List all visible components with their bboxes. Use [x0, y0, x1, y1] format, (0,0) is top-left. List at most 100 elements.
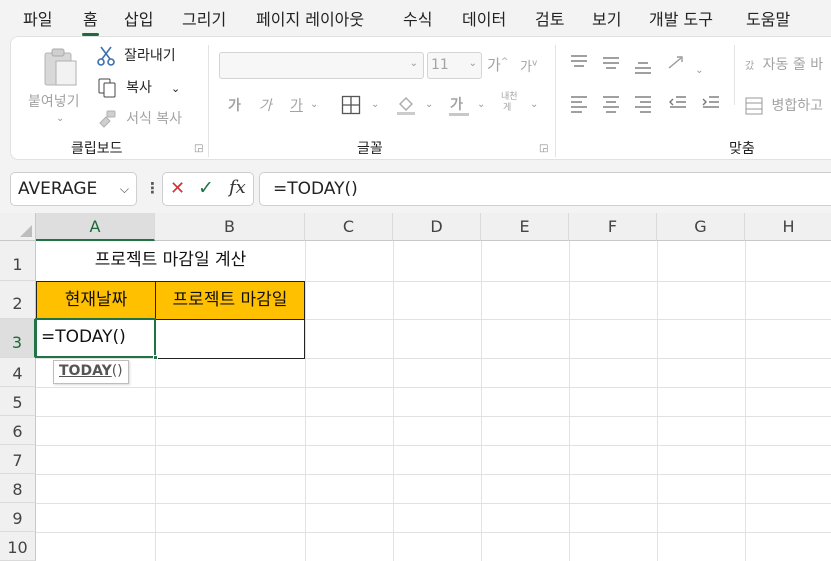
header-current-date: 현재날짜: [64, 290, 128, 310]
insert-function-icon[interactable]: fx: [229, 177, 246, 198]
header-project-deadline: 프로젝트 마감일: [172, 290, 288, 310]
alignment-group-label: 맞춤: [729, 141, 755, 157]
format-painter-button[interactable]: 서식 복사: [97, 108, 182, 130]
tab-review[interactable]: 검토: [535, 6, 564, 30]
row-header-7[interactable]: 7: [0, 445, 36, 474]
align-middle-icon: [603, 57, 619, 69]
menu-bar: 파일 홈 삽입 그리기 페이지 레이아웃 수식 데이터 검토 보기 개발 도구 …: [0, 0, 831, 36]
row-header-4[interactable]: 4: [0, 358, 36, 387]
dialog-launcher-icon[interactable]: ◲: [194, 143, 203, 154]
divider: [555, 45, 556, 157]
cell-a3-active[interactable]: =TODAY(): [35, 318, 156, 358]
chevron-down-icon: ⌄: [468, 58, 477, 69]
paste-button[interactable]: 붙여넣기 ⌄: [27, 45, 91, 125]
paste-label: 붙여넣기: [28, 94, 80, 110]
tab-page-layout[interactable]: 페이지 레이아웃: [256, 6, 364, 30]
tab-data[interactable]: 데이터: [462, 6, 506, 30]
chevron-down-icon[interactable]: ⌵: [120, 182, 129, 197]
merge-icon: [745, 97, 763, 115]
increase-indent-button[interactable]: [701, 95, 721, 117]
cell-b2-header[interactable]: 프로젝트 마감일: [155, 281, 305, 320]
orientation-button[interactable]: ⌄: [666, 53, 703, 77]
row-header-9[interactable]: 9: [0, 503, 36, 532]
border-icon: [341, 95, 361, 115]
gridline: [36, 445, 831, 446]
row-header-3[interactable]: 3: [0, 319, 36, 358]
formula-text: =TODAY(): [273, 179, 358, 199]
cell-a1-title[interactable]: 프로젝트 마감일 계산: [36, 241, 305, 281]
row-header-1[interactable]: 1: [0, 241, 36, 281]
dialog-launcher-icon[interactable]: ◲: [539, 143, 548, 154]
column-header-d[interactable]: D: [393, 213, 481, 241]
gridline: [657, 241, 658, 561]
cell-b3[interactable]: [155, 319, 305, 359]
align-middle-button[interactable]: [601, 53, 621, 75]
align-left-button[interactable]: [569, 95, 589, 117]
column-header-g[interactable]: G: [657, 213, 745, 241]
tab-help[interactable]: 도움말: [746, 6, 790, 30]
tab-file[interactable]: 파일: [23, 6, 52, 30]
wrap-text-icon: 갔: [745, 61, 755, 72]
cell-a2-header[interactable]: 현재날짜: [36, 281, 156, 320]
underline-button[interactable]: 가: [290, 95, 303, 115]
formula-input[interactable]: =TODAY(): [259, 172, 831, 206]
align-center-button[interactable]: [601, 95, 621, 117]
bold-button[interactable]: 가: [228, 95, 241, 115]
chevron-down-icon: ⌄: [310, 99, 319, 110]
fill-handle[interactable]: [153, 355, 158, 360]
tab-home[interactable]: 홈: [82, 6, 99, 36]
font-color-button[interactable]: 가: [448, 93, 470, 117]
more-options-icon[interactable]: ⋮: [145, 179, 160, 197]
phonetic-bottom: 게: [503, 103, 512, 113]
row-header-5[interactable]: 5: [0, 387, 36, 416]
align-bottom-icon: [635, 62, 651, 74]
font-size-select[interactable]: 11 ⌄: [427, 52, 482, 79]
align-left-icon: [571, 96, 587, 113]
italic-button[interactable]: 가: [259, 95, 272, 115]
tab-formulas[interactable]: 수식: [403, 6, 432, 30]
copy-icon: [98, 78, 116, 97]
row-header-6[interactable]: 6: [0, 416, 36, 445]
enter-icon[interactable]: ✓: [198, 177, 214, 199]
cancel-icon[interactable]: ✕: [170, 178, 185, 199]
column-header-b[interactable]: B: [155, 213, 305, 241]
decrease-font-label: 가: [520, 60, 532, 75]
phonetic-button[interactable]: 내천 게: [501, 92, 518, 114]
wrap-text-button[interactable]: 갔 자동 줄 바: [745, 54, 823, 74]
chevron-down-icon: ⌄: [409, 58, 418, 69]
cut-button[interactable]: 잘라내기: [97, 45, 176, 67]
name-box[interactable]: AVERAGE ⌵: [10, 172, 137, 206]
align-bottom-button[interactable]: [633, 55, 653, 79]
merge-center-button[interactable]: 병합하고: [745, 95, 823, 115]
align-right-button[interactable]: [633, 95, 653, 117]
tooltip-function-name[interactable]: TODAY: [59, 363, 112, 379]
paste-icon: [44, 48, 77, 86]
copy-button[interactable]: 복사 ⌄: [97, 77, 180, 99]
tab-draw[interactable]: 그리기: [182, 6, 226, 30]
column-header-c[interactable]: C: [305, 213, 393, 241]
function-tooltip[interactable]: TODAY(): [53, 360, 129, 384]
column-header-f[interactable]: F: [569, 213, 657, 241]
decrease-indent-button[interactable]: [668, 95, 688, 117]
row-header-10[interactable]: 10: [0, 532, 36, 561]
row-header-8[interactable]: 8: [0, 474, 36, 503]
chevron-down-icon: ⌄: [425, 99, 434, 110]
decrease-font-button[interactable]: 가v: [520, 56, 537, 75]
tab-developer[interactable]: 개발 도구: [649, 6, 713, 30]
font-color-swatch: [449, 113, 469, 116]
row-header-2[interactable]: 2: [0, 281, 36, 319]
border-button[interactable]: [341, 95, 361, 115]
column-header-h[interactable]: H: [745, 213, 831, 241]
align-top-button[interactable]: [569, 53, 589, 75]
fill-color-button[interactable]: [395, 94, 417, 116]
divider: [734, 45, 735, 105]
column-header-a[interactable]: A: [36, 213, 155, 241]
formula-bar: AVERAGE ⌵ ⋮ ✕ ✓ fx =TODAY(): [0, 165, 831, 213]
font-name-select[interactable]: ⌄: [219, 52, 424, 79]
select-all-corner[interactable]: [0, 213, 36, 241]
tab-view[interactable]: 보기: [592, 6, 621, 30]
column-header-e[interactable]: E: [481, 213, 569, 241]
tab-insert[interactable]: 삽입: [124, 6, 153, 30]
gridline: [305, 241, 306, 561]
increase-font-button[interactable]: 가^: [487, 54, 508, 75]
